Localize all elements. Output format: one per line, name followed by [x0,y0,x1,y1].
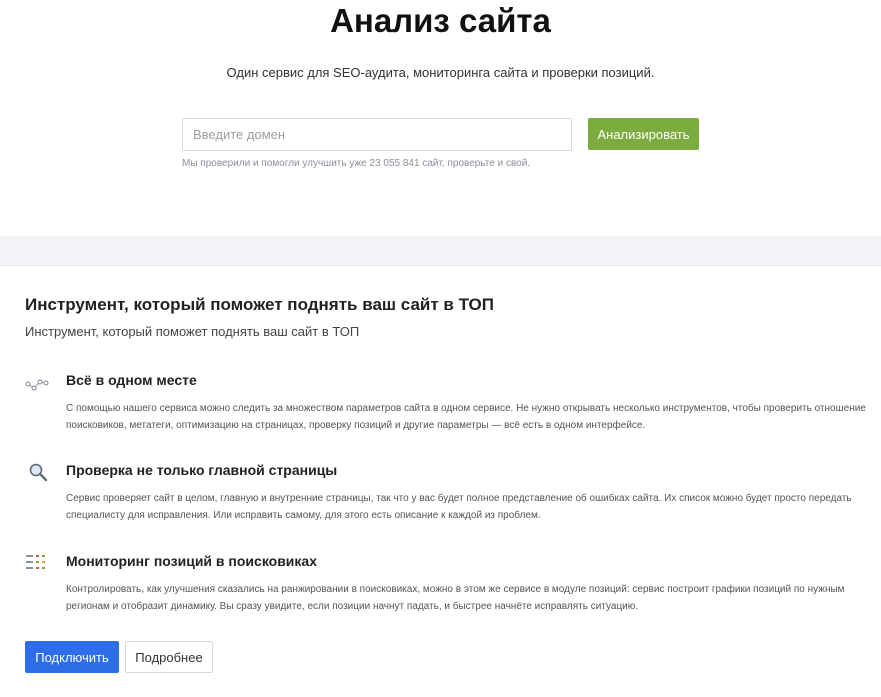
section-title: Инструмент, который поможет поднять ваш … [25,295,494,314]
hero-subtitle: Один сервис для SEO-аудита, мониторинга … [226,65,655,80]
analyze-button[interactable]: Анализировать [588,118,699,150]
feature-all-in-one: Всё в одном месте С помощью нашего серви… [25,372,866,442]
feature-text: Сервис проверяет сайт в целом, главную и… [66,493,852,521]
feature-all-pages-check: Проверка не только главной страницы Серв… [25,462,865,532]
feature-title: Всё в одном месте [66,372,197,388]
page-title: Анализ сайта [330,2,551,39]
magnifier-icon [25,462,51,482]
feature-title: Проверка не только главной страницы [66,462,338,478]
connect-button[interactable]: Подключить [25,641,119,673]
section-divider [0,236,881,266]
hero-note: Мы проверили и помогли улучшить уже 23 0… [182,158,531,169]
hero-section: Анализ сайта Один сервис для SEO-аудита,… [0,0,881,236]
feature-text: Контролировать, как улучшения сказались … [66,584,845,612]
positions-list-icon [25,553,51,573]
feature-position-monitoring: Мониторинг позиций в поисковиках Контрол… [25,553,865,623]
section-subtitle: Инструмент, который поможет поднять ваш … [25,324,360,339]
chart-nodes-icon [25,372,51,392]
feature-text: С помощью нашего сервиса можно следить з… [66,403,866,431]
more-details-button[interactable]: Подробнее [125,641,213,673]
features-section: Инструмент, который поможет поднять ваш … [0,267,881,697]
domain-input[interactable] [182,118,572,151]
feature-title: Мониторинг позиций в поисковиках [66,553,317,569]
